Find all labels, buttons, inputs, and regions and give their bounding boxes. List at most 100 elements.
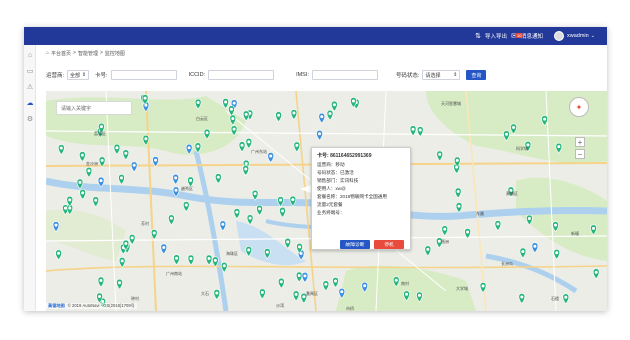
sim-card-marker[interactable] bbox=[301, 272, 309, 283]
user-menu[interactable]: xwadmin ⌄ bbox=[554, 27, 595, 45]
sim-card-marker[interactable] bbox=[338, 287, 346, 299]
sim-card-marker[interactable] bbox=[220, 261, 228, 273]
sim-card-marker[interactable] bbox=[97, 176, 105, 188]
sim-card-marker[interactable] bbox=[230, 125, 238, 137]
sim-card-marker[interactable] bbox=[212, 256, 219, 268]
sim-card-marker[interactable] bbox=[116, 278, 123, 290]
sim-card-marker[interactable] bbox=[98, 156, 106, 168]
sim-card-marker[interactable] bbox=[182, 201, 190, 212]
sim-card-marker[interactable] bbox=[326, 109, 334, 121]
sim-card-marker[interactable] bbox=[203, 128, 211, 140]
sim-card-marker[interactable] bbox=[392, 276, 400, 288]
sim-card-marker[interactable] bbox=[479, 282, 487, 293]
sim-card-marker[interactable] bbox=[79, 151, 86, 163]
sim-card-marker[interactable] bbox=[503, 130, 510, 142]
query-button[interactable]: 查询 bbox=[466, 70, 487, 80]
monitor-map[interactable]: 荔湾区 越秀区 天河区 海珠区 番禺区 白云区 黄埔区 广州东站 猎德 琶洲 天… bbox=[46, 91, 607, 311]
sim-card-marker[interactable] bbox=[256, 204, 263, 216]
status-select[interactable]: 请选择 ⇕ bbox=[422, 70, 461, 80]
sim-card-marker[interactable] bbox=[531, 242, 539, 254]
sim-card-marker[interactable] bbox=[185, 143, 193, 155]
sim-card-marker[interactable] bbox=[592, 268, 600, 280]
sim-card-marker[interactable] bbox=[194, 98, 202, 110]
sim-card-marker[interactable] bbox=[245, 246, 253, 257]
sim-card-marker[interactable] bbox=[275, 111, 282, 123]
sim-card-marker[interactable] bbox=[464, 228, 471, 239]
sim-card-marker[interactable] bbox=[58, 144, 65, 156]
sim-card-marker[interactable] bbox=[293, 141, 301, 153]
sim-card-marker[interactable] bbox=[318, 112, 326, 124]
sim-card-marker[interactable] bbox=[213, 289, 221, 300]
sim-card-marker[interactable] bbox=[494, 220, 502, 232]
sim-card-marker[interactable] bbox=[424, 245, 432, 257]
sim-card-marker[interactable] bbox=[152, 156, 159, 168]
breadcrumb-smart-management[interactable]: 智能管理 bbox=[78, 50, 98, 57]
sim-card-marker[interactable] bbox=[289, 195, 297, 207]
gear-icon[interactable]: ⚙ bbox=[26, 115, 34, 123]
sim-card-marker[interactable] bbox=[553, 248, 561, 260]
sim-card-marker[interactable] bbox=[142, 134, 150, 146]
sim-card-marker[interactable] bbox=[113, 143, 121, 155]
sim-card-marker[interactable] bbox=[55, 249, 62, 261]
sim-card-marker[interactable] bbox=[290, 109, 298, 121]
sim-card-marker[interactable] bbox=[552, 221, 559, 233]
sim-card-marker[interactable] bbox=[128, 234, 136, 245]
sim-card-marker[interactable] bbox=[172, 174, 179, 185]
fault-diagnosis-button[interactable]: 故障诊断 bbox=[340, 240, 370, 249]
sim-card-marker[interactable] bbox=[518, 293, 526, 304]
warning-icon[interactable]: ⚠ bbox=[26, 83, 34, 91]
sim-card-marker[interactable] bbox=[233, 208, 241, 220]
card-icon[interactable]: ▭ bbox=[26, 67, 34, 75]
sim-card-marker[interactable] bbox=[295, 271, 303, 283]
sim-card-marker[interactable] bbox=[246, 214, 254, 226]
sim-card-marker[interactable] bbox=[541, 115, 548, 127]
zoom-in-button[interactable]: + bbox=[575, 137, 585, 147]
sim-card-marker[interactable] bbox=[242, 110, 250, 122]
sim-card-marker[interactable] bbox=[403, 290, 410, 302]
iccid-input[interactable] bbox=[208, 70, 275, 80]
sim-card-marker[interactable] bbox=[519, 247, 527, 259]
sim-card-marker[interactable] bbox=[219, 220, 227, 232]
sim-card-marker[interactable] bbox=[562, 293, 570, 305]
map-search-input[interactable]: 请输入关键字 bbox=[56, 101, 132, 115]
stop-service-button[interactable]: 停机 bbox=[374, 240, 404, 249]
sim-card-marker[interactable] bbox=[172, 186, 180, 198]
sim-card-marker[interactable] bbox=[455, 202, 463, 214]
sim-card-marker[interactable] bbox=[238, 141, 246, 153]
sim-card-marker[interactable] bbox=[228, 105, 235, 117]
sim-card-marker[interactable] bbox=[361, 281, 369, 293]
sim-card-marker[interactable] bbox=[194, 142, 202, 154]
compass-icon[interactable]: ✦ bbox=[569, 97, 589, 117]
card-input[interactable] bbox=[110, 70, 177, 80]
sim-card-marker[interactable] bbox=[332, 277, 339, 288]
sim-card-marker[interactable] bbox=[441, 225, 449, 237]
sim-card-marker[interactable] bbox=[277, 196, 284, 207]
sim-card-marker[interactable] bbox=[52, 221, 60, 233]
sim-card-marker[interactable] bbox=[92, 196, 100, 208]
breadcrumb-home[interactable]: 平台首页 bbox=[51, 50, 71, 57]
sim-card-marker[interactable] bbox=[292, 290, 300, 302]
sim-card-marker[interactable] bbox=[168, 214, 175, 226]
sim-card-marker[interactable] bbox=[590, 224, 597, 236]
sim-card-marker[interactable] bbox=[118, 174, 125, 185]
sim-card-marker[interactable] bbox=[322, 280, 330, 292]
map-icon[interactable]: ☁ bbox=[26, 99, 34, 107]
sim-card-marker[interactable] bbox=[160, 243, 168, 255]
zoom-out-button[interactable]: − bbox=[575, 149, 585, 159]
import-export-button[interactable]: ⇅ 导入导出 bbox=[474, 27, 507, 45]
sim-card-marker[interactable] bbox=[122, 149, 130, 161]
sim-card-marker[interactable] bbox=[284, 238, 292, 249]
home-icon[interactable]: ⌂ bbox=[26, 51, 34, 59]
notifications-button[interactable]: ✉ 10 消息通知 bbox=[510, 27, 543, 45]
sim-card-marker[interactable] bbox=[331, 100, 338, 112]
sim-card-marker[interactable] bbox=[150, 229, 158, 240]
sim-card-marker[interactable] bbox=[118, 257, 126, 268]
sim-card-marker[interactable] bbox=[416, 126, 424, 138]
sim-card-marker[interactable] bbox=[205, 254, 213, 266]
sim-card-marker[interactable] bbox=[245, 138, 253, 149]
sim-card-marker[interactable] bbox=[251, 189, 259, 201]
sim-card-marker[interactable] bbox=[264, 248, 271, 260]
sim-card-marker[interactable] bbox=[416, 291, 423, 303]
sim-card-marker[interactable] bbox=[173, 254, 180, 266]
sim-card-marker[interactable] bbox=[229, 114, 237, 126]
